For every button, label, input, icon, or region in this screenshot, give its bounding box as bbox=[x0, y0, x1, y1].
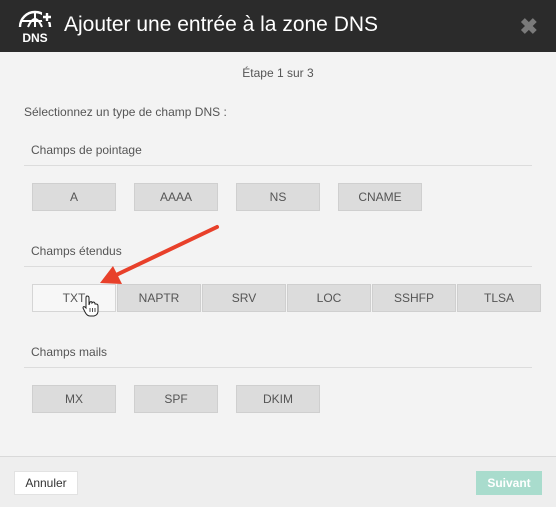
hand-cursor-icon bbox=[82, 295, 99, 317]
next-button[interactable]: Suivant bbox=[476, 471, 542, 495]
annotation-arrow bbox=[100, 225, 219, 284]
dialog-footer: Annuler Suivant bbox=[0, 456, 556, 507]
cancel-button[interactable]: Annuler bbox=[14, 471, 78, 495]
